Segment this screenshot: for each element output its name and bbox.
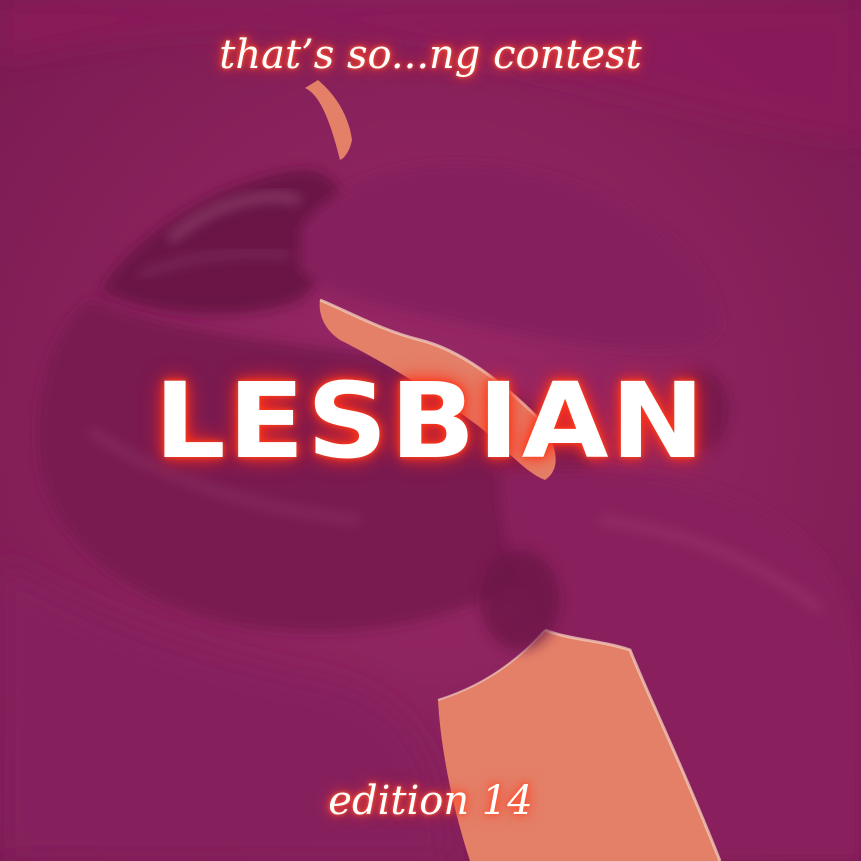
poster: that’s so...ng contest LESBIAN edition 1… xyxy=(0,0,861,861)
contest-title: that’s so...ng contest xyxy=(219,32,642,78)
theme-title: LESBIAN xyxy=(154,360,707,482)
edition-label: edition 14 xyxy=(328,778,533,824)
